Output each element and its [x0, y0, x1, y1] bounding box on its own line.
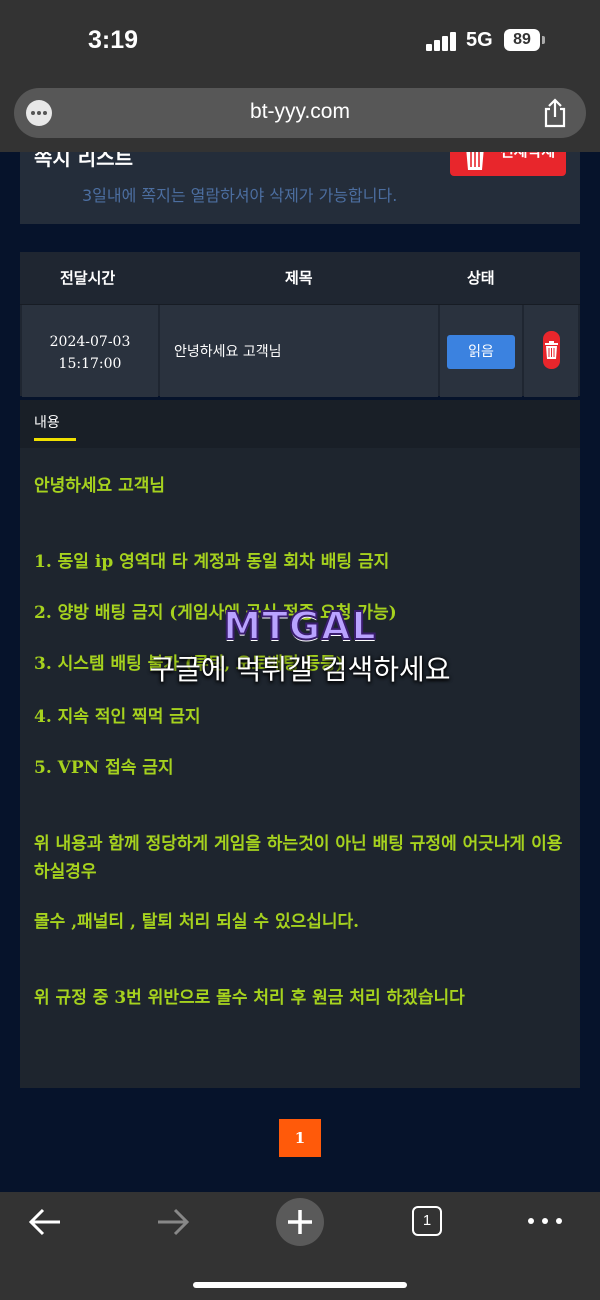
sent-time: 15:17:00 [58, 356, 122, 372]
status-read-button[interactable]: 읽음 [447, 335, 515, 369]
column-header-sent-time: 전달시간 [60, 269, 116, 287]
content-line: 안녕하세요 고객님 [34, 476, 166, 496]
watermark-overlay: MTGAL 구글에 먹튀갤 검색하세요 [0, 603, 600, 688]
sent-date: 2024-07-03 [49, 334, 131, 350]
delete-all-label: 전체삭제 [500, 152, 555, 161]
column-header-subject: 제목 [285, 269, 313, 287]
delete-all-button[interactable]: 전체삭제 [450, 152, 566, 176]
message-table: 전달시간 제목 상태 2024-07-03 15:17:00 안녕하세요 고객님… [20, 252, 580, 397]
subject-cell[interactable]: 안녕하세요 고객님 [160, 305, 438, 397]
column-header-status: 상태 [467, 269, 495, 287]
url-bar[interactable]: bt-yyy.com [14, 88, 586, 138]
content-line: 5. VPN 접속 금지 [34, 758, 174, 778]
page-title: 쪽지 리스트 [34, 152, 133, 170]
content-line: 4. 지속 적인 찍먹 금지 [34, 707, 201, 727]
message-list-header: 쪽지 리스트 3일내에 쪽지는 열람하셔야 삭제가 가능합니다. 전체삭제 [20, 152, 580, 224]
table-row[interactable]: 2024-07-03 15:17:00 안녕하세요 고객님 읽음 [20, 304, 580, 397]
delete-notice: 3일내에 쪽지는 열람하셔야 삭제가 가능합니다. [82, 186, 398, 205]
battery-icon: 89 [504, 29, 540, 51]
network-type: 5G [466, 29, 493, 51]
plus-icon[interactable] [276, 1198, 324, 1246]
back-arrow-icon[interactable] [28, 1208, 62, 1240]
delete-cell [524, 305, 578, 397]
bottom-toolbar: 1 [0, 1192, 600, 1300]
watermark-logo: MTGAL [222, 603, 377, 649]
signal-icon [426, 31, 458, 51]
forward-arrow-icon[interactable] [156, 1208, 190, 1240]
share-icon[interactable] [542, 98, 568, 128]
content-line: 몰수 ,패널티 , 탈퇴 처리 되실 수 있으십니다. [34, 912, 360, 932]
tab-content[interactable]: 내용 [34, 412, 60, 432]
content-line: 위 내용과 함께 정당하게 게임을 하는것이 아닌 배팅 규정에 어긋나게 이용… [34, 834, 563, 882]
watermark-caption: 구글에 먹튀갤 검색하세요 [149, 653, 451, 686]
table-header: 전달시간 제목 상태 [20, 252, 580, 304]
url-text[interactable]: bt-yyy.com [14, 100, 586, 124]
content-line: 1. 동일 ip 영역대 타 계정과 동일 회차 배팅 금지 [34, 552, 390, 572]
tabs-icon[interactable]: 1 [412, 1206, 442, 1236]
tab-active-indicator [34, 438, 76, 441]
page-number-current[interactable]: 1 [279, 1119, 321, 1157]
more-menu-icon[interactable] [528, 1218, 562, 1226]
sent-time-cell: 2024-07-03 15:17:00 [22, 305, 158, 397]
status-time: 3:19 [88, 26, 139, 54]
home-indicator [193, 1282, 407, 1288]
trash-icon[interactable] [543, 331, 560, 373]
content-tabs: 내용 [20, 400, 580, 448]
content-line: 위 규정 중 3번 위반으로 몰수 처리 후 원금 처리 하겠습니다 [34, 988, 465, 1008]
status-cell: 읽음 [440, 305, 522, 397]
status-and-url-area: 3:19 5G 89 bt-yyy.com [0, 0, 600, 152]
trash-icon [462, 152, 488, 176]
message-content: 내용 안녕하세요 고객님 1. 동일 ip 영역대 타 계정과 동일 회차 배팅… [20, 400, 580, 1088]
battery-nub [542, 36, 545, 44]
